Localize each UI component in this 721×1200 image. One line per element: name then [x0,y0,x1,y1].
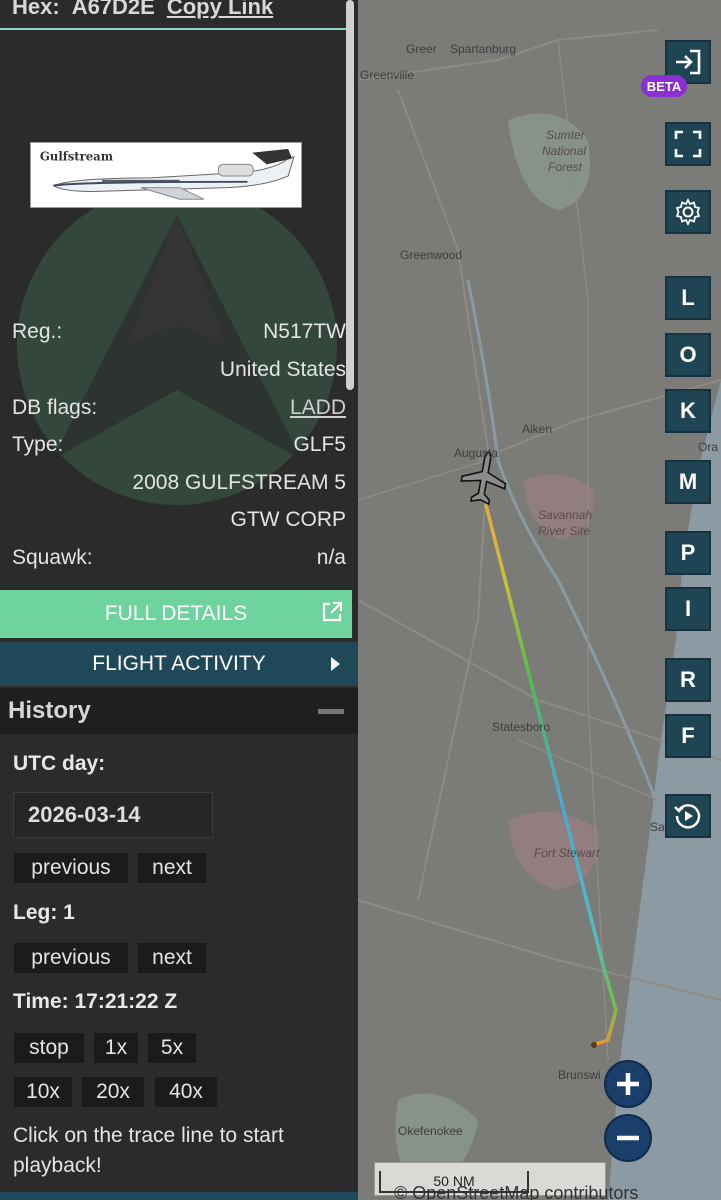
photo-airline-text: Gulfstream [40,149,114,163]
zoom-out-button[interactable] [604,1114,652,1162]
map-label-sa: Sa [650,820,665,834]
full-details-button[interactable]: FULL DETAILS [0,590,352,638]
reg-label: Reg.: [12,320,63,343]
toggle-p-button[interactable]: P [665,531,711,575]
map-label-greenwood: Greenwood [400,248,463,262]
leg-label: Leg: 1 [13,901,75,924]
toggle-k-button[interactable]: K [665,389,711,433]
map-label-greer: Greer [406,42,437,56]
login-icon [676,49,701,75]
aircraft-photo[interactable]: Gulfstream [30,142,302,208]
copy-link[interactable]: Copy Link [167,0,273,20]
speed-5x-button[interactable]: 5x [148,1033,196,1063]
map-label-savannah: Savannah [538,508,593,522]
beta-badge: BETA [641,75,687,97]
speed-stop-button[interactable]: stop [14,1033,84,1063]
history-header[interactable]: History [0,688,358,734]
day-next-button[interactable]: next [138,853,206,883]
map-label-okefenokee: Okefenokee [398,1124,463,1138]
map-label-augusta: Augusta [454,446,499,460]
toggle-r-button[interactable]: R [665,658,711,702]
map-label-aiken: Aiken [522,422,553,436]
toggle-l-button[interactable]: L [665,276,711,320]
playback-hint: Click on the trace line to start playbac… [13,1124,284,1177]
map-label-statesboro: Statesboro [492,720,551,734]
fullscreen-button[interactable] [665,122,711,166]
hex-value: A67D2E [71,0,155,19]
type-description: 2008 GULFSTREAM 5 [132,471,346,494]
speed-40x-button[interactable]: 40x [155,1077,217,1107]
collapse-icon[interactable] [318,709,344,714]
map-attribution[interactable]: © OpenStreetMap contributors [394,1183,638,1200]
replay-button[interactable] [665,794,711,838]
owner-value: GTW CORP [230,508,347,531]
map-label-national: National [542,144,587,158]
plus-icon [617,1073,639,1095]
flight-activity-button[interactable]: FLIGHT ACTIVITY [0,642,358,686]
hex-label: Hex: [12,0,60,19]
toggle-f-button[interactable]: F [665,714,711,758]
date-input[interactable]: 2026-03-14 [13,792,213,838]
squawk-label: Squawk: [12,546,93,569]
toggle-i-button[interactable]: I [665,587,711,631]
hex-row: Hex: A67D2E Copy Link [0,0,348,30]
toggle-o-button[interactable]: O [665,333,711,377]
db-flags-row: DB flags: LADD [12,396,346,420]
toggle-m-button[interactable]: M [665,460,711,504]
map-label-river-site: River Site [538,524,591,538]
type-label: Type: [12,433,64,456]
type-value: GLF5 [293,433,346,456]
speed-1x-button[interactable]: 1x [94,1033,138,1063]
reg-value: N517TW [263,320,346,343]
history-title: History [8,697,91,724]
watermark-logo-icon [17,185,337,505]
panel-scrollbar[interactable] [346,0,354,390]
map-label-ora: Ora [698,440,719,454]
reg-row: Reg.: N517TW [12,320,346,344]
squawk-row: Squawk: n/a [12,546,346,570]
leg-previous-button[interactable]: previous [14,943,128,973]
aircraft-info-panel: Hex: A67D2E Copy Link Gulfstream Reg.: N… [0,0,358,1200]
map-label-brunswick: Brunswi [558,1068,601,1082]
map-label-greenville: Greenville [360,68,415,82]
panel-bottom-bar [0,1192,358,1200]
squawk-value: n/a [316,546,346,569]
gear-icon [675,198,701,226]
map-label-sumter: Sumter [546,128,585,142]
map-label-forest: Forest [548,160,583,174]
speed-20x-button[interactable]: 20x [82,1077,144,1107]
leg-next-button[interactable]: next [138,943,206,973]
flight-activity-label: FLIGHT ACTIVITY [92,652,266,675]
map-label-fort-stewart: Fort Stewart [534,846,600,860]
minus-icon [617,1135,639,1141]
db-flags-ladd-link[interactable]: LADD [290,396,346,420]
chevron-right-icon [331,657,340,671]
full-details-label: FULL DETAILS [104,602,248,625]
settings-button[interactable] [665,190,711,234]
country-value: United States [219,358,346,381]
utc-day-label: UTC day: [13,752,106,775]
speed-10x-button[interactable]: 10x [14,1077,72,1107]
time-label: Time: 17:21:22 Z [13,990,178,1013]
type-row: Type: GLF5 [12,433,346,457]
day-previous-button[interactable]: previous [14,853,128,883]
db-flags-label: DB flags: [12,396,98,419]
map-view[interactable]: Greer Spartanburg Greenville Sumter Nati… [358,0,721,1200]
external-link-icon [322,601,343,622]
zoom-in-button[interactable] [604,1060,652,1108]
fullscreen-icon [674,130,702,158]
replay-icon [674,804,701,829]
map-label-spartanburg: Spartanburg [450,42,517,56]
